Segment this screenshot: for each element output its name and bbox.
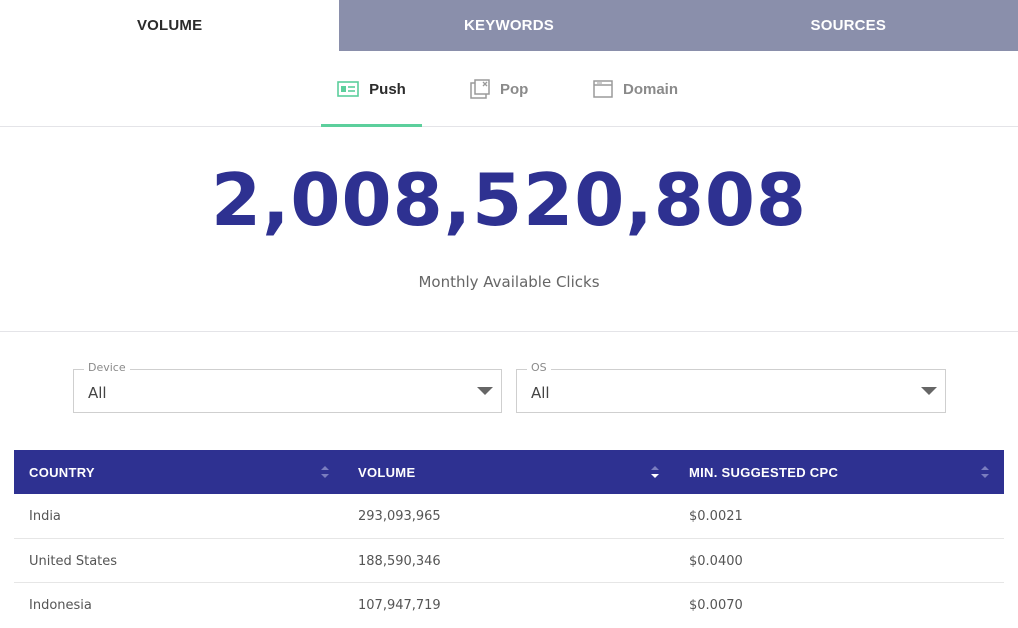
sub-tab-bar: Push Pop Domain bbox=[0, 51, 1018, 127]
sort-desc-icon[interactable] bbox=[650, 464, 660, 480]
table-row[interactable]: India 293,093,965 $0.0021 bbox=[14, 494, 1004, 539]
caret-down-icon bbox=[477, 387, 493, 395]
cell-volume: 107,947,719 bbox=[358, 598, 441, 613]
cell-min-cpc: $0.0400 bbox=[689, 553, 743, 569]
table-row[interactable]: Indonesia 107,947,719 $0.0070 bbox=[14, 583, 1004, 628]
os-select-label: OS bbox=[527, 361, 551, 374]
col-header-volume[interactable]: VOLUME bbox=[358, 450, 415, 494]
device-select[interactable]: Device All bbox=[73, 361, 502, 413]
monthly-clicks-label: Monthly Available Clicks bbox=[418, 273, 600, 291]
cell-volume: 188,590,346 bbox=[358, 553, 441, 569]
sort-icon[interactable] bbox=[980, 464, 990, 480]
device-select-value: All bbox=[88, 384, 107, 402]
cell-min-cpc: $0.0021 bbox=[689, 509, 743, 524]
active-tab-underline bbox=[321, 124, 422, 127]
monthly-clicks-number: 2,008,520,808 bbox=[210, 158, 808, 242]
cell-country: United States bbox=[29, 553, 118, 569]
subtab-domain[interactable]: Domain bbox=[593, 51, 678, 127]
subtab-push-label: Push bbox=[369, 80, 406, 98]
subtab-push[interactable]: Push bbox=[321, 51, 422, 127]
cell-country: Indonesia bbox=[29, 598, 92, 613]
cell-volume: 293,093,965 bbox=[358, 509, 441, 524]
tab-sources[interactable]: SOURCES bbox=[678, 0, 1018, 51]
tab-keywords[interactable]: KEYWORDS bbox=[339, 0, 679, 51]
popup-window-icon bbox=[470, 79, 490, 99]
os-select[interactable]: OS All bbox=[516, 361, 946, 413]
subtab-pop-label: Pop bbox=[500, 80, 529, 98]
cell-country: India bbox=[29, 509, 61, 524]
tab-volume[interactable]: VOLUME bbox=[0, 0, 340, 51]
browser-window-icon bbox=[593, 80, 613, 98]
device-select-label: Device bbox=[84, 361, 130, 374]
col-header-country[interactable]: COUNTRY bbox=[29, 450, 95, 494]
subtab-pop[interactable]: Pop bbox=[470, 51, 528, 127]
table-header: COUNTRY VOLUME MIN. SUGGESTED CPC bbox=[14, 450, 1004, 494]
sort-icon[interactable] bbox=[320, 464, 330, 480]
volume-summary: 2,008,520,808 Monthly Available Clicks bbox=[0, 128, 1018, 332]
os-select-value: All bbox=[531, 384, 550, 402]
caret-down-icon bbox=[921, 387, 937, 395]
cell-min-cpc: $0.0070 bbox=[689, 598, 743, 613]
push-ad-icon bbox=[337, 81, 359, 97]
top-tab-bar: VOLUME KEYWORDS SOURCES bbox=[0, 0, 1018, 51]
subtab-domain-label: Domain bbox=[623, 80, 679, 98]
table-row[interactable]: United States 188,590,346 $0.0400 bbox=[14, 539, 1004, 583]
volume-table: COUNTRY VOLUME MIN. SUGGESTED CPC India … bbox=[14, 450, 1004, 628]
col-header-min-cpc[interactable]: MIN. SUGGESTED CPC bbox=[689, 450, 838, 494]
